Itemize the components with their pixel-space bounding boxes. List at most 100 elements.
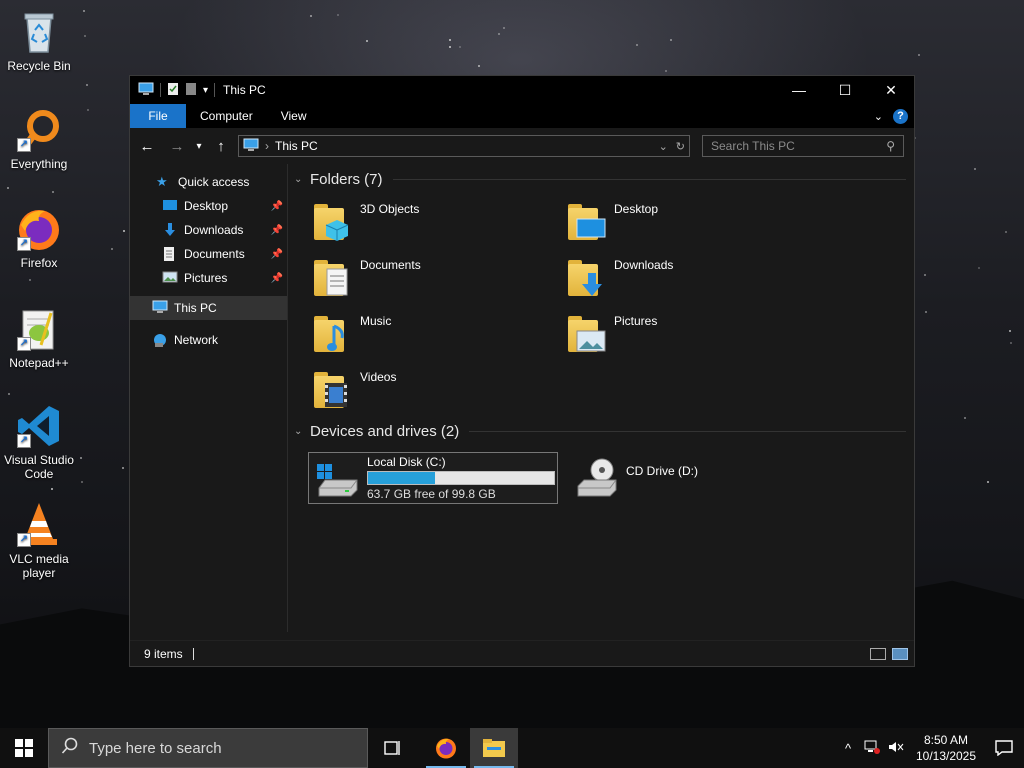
details-view-icon[interactable]	[870, 647, 886, 660]
star	[665, 70, 667, 72]
taskbar-search-input[interactable]: Type here to search	[48, 728, 368, 768]
star	[8, 393, 10, 395]
breadcrumb-this-pc[interactable]: This PC	[275, 139, 318, 153]
drive-usage-bar	[367, 471, 555, 485]
close-button[interactable]: ✕	[868, 76, 914, 104]
this-pc-icon	[152, 300, 168, 316]
firefox-icon: ↗	[15, 205, 63, 253]
star	[84, 35, 86, 37]
window-titlebar[interactable]: ▾ This PC — ☐ ✕	[130, 76, 914, 104]
star	[978, 267, 980, 269]
volume-muted-icon[interactable]	[884, 740, 908, 757]
maximize-button[interactable]: ☐	[822, 76, 868, 104]
sidebar-item-downloads[interactable]: Downloads 📌	[130, 218, 287, 242]
collapse-chevron-icon[interactable]: ⌄	[294, 174, 310, 185]
documents-folder-icon	[312, 256, 352, 298]
folder-documents[interactable]: Documents	[312, 256, 566, 300]
drive-local-disk-c[interactable]: Local Disk (C:) 63.7 GB free of 99.8 GB	[308, 452, 558, 504]
navigation-bar: ← → ▾ ↑ › This PC ⌄ ↻ Search This PC ⚲	[130, 128, 914, 164]
desktop-icon-label: Firefox	[20, 256, 58, 270]
drive-usage-fill	[368, 472, 436, 484]
file-explorer-icon	[483, 739, 505, 757]
sidebar-item-pictures[interactable]: Pictures 📌	[130, 266, 287, 290]
desktop-icon-everything[interactable]: ↗ Everything	[0, 106, 78, 171]
folder-downloads[interactable]: Downloads	[566, 256, 820, 300]
tab-computer[interactable]: Computer	[186, 104, 267, 128]
minimize-button[interactable]: —	[776, 76, 822, 104]
star	[449, 46, 451, 48]
search-input[interactable]: Search This PC ⚲	[702, 135, 904, 157]
show-hidden-icons-chevron-icon[interactable]: ^	[836, 741, 860, 756]
up-arrow-icon[interactable]: ↑	[210, 138, 232, 155]
taskbar-firefox[interactable]	[422, 728, 470, 768]
desktop-icon-label: Visual Studio Code	[4, 453, 74, 481]
desktop-icon-recycle-bin[interactable]: Recycle Bin	[0, 8, 78, 73]
folder-desktop[interactable]: Desktop	[566, 200, 820, 244]
clock[interactable]: 8:50 AM 10/13/2025	[908, 732, 984, 764]
taskbar-file-explorer[interactable]	[470, 728, 518, 768]
action-center-button[interactable]	[984, 740, 1024, 756]
status-bar: 9 items	[130, 640, 914, 666]
devices-group-header[interactable]: ⌄ Devices and drives (2)	[294, 416, 906, 446]
expand-ribbon-chevron-icon[interactable]: ⌄	[874, 110, 883, 123]
drive-cd-d[interactable]: CD Drive (D:)	[568, 452, 818, 504]
sidebar-item-this-pc[interactable]: This PC	[130, 296, 287, 320]
windows-logo-icon	[15, 739, 33, 757]
network-status-icon[interactable]	[860, 740, 884, 757]
sidebar-item-quick-access[interactable]: ★ Quick access	[130, 170, 287, 194]
properties-icon[interactable]	[167, 82, 179, 99]
sidebar-item-desktop[interactable]: Desktop 📌	[130, 194, 287, 218]
notification-icon	[995, 740, 1013, 756]
customize-quick-access-icon[interactable]: ▾	[203, 85, 208, 96]
refresh-icon[interactable]: ↻	[676, 140, 685, 153]
folder-videos[interactable]: Videos	[312, 368, 566, 412]
pin-icon: 📌	[270, 272, 283, 284]
task-view-button[interactable]	[368, 728, 416, 768]
star	[310, 15, 312, 17]
desktop-icon-vlc[interactable]: ↗ VLC media player	[0, 501, 78, 580]
back-arrow-icon[interactable]: ←	[136, 138, 158, 155]
tab-view[interactable]: View	[267, 104, 321, 128]
new-folder-icon[interactable]	[185, 82, 197, 99]
desktop-icon-notepad-plus-plus[interactable]: ↗ Notepad++	[0, 305, 78, 370]
system-tray: ^ 8:50 AM 10/13/2025	[836, 728, 1024, 768]
star	[122, 467, 124, 469]
star	[81, 481, 83, 483]
large-icons-view-icon[interactable]	[892, 647, 908, 660]
star	[987, 481, 989, 483]
desktop-icon-firefox[interactable]: ↗ Firefox	[0, 205, 78, 270]
local-disk-icon	[315, 458, 359, 498]
file-explorer-window[interactable]: ▾ This PC — ☐ ✕ File Computer View ⌄ ? ←…	[129, 75, 915, 667]
drive-free-space: 63.7 GB free of 99.8 GB	[367, 487, 496, 501]
tab-file[interactable]: File	[130, 104, 186, 128]
clock-time: 8:50 AM	[923, 733, 969, 747]
forward-arrow-icon[interactable]: →	[166, 138, 188, 155]
everything-search-icon: ↗	[15, 106, 63, 154]
address-bar[interactable]: › This PC ⌄ ↻	[238, 135, 690, 157]
breadcrumb-separator-icon[interactable]: ›	[265, 139, 269, 153]
3d-objects-folder-icon	[312, 200, 352, 242]
folder-3d-objects[interactable]: 3D Objects	[312, 200, 566, 244]
folder-music[interactable]: Music	[312, 312, 566, 356]
desktop-icon-vscode[interactable]: ↗ Visual Studio Code	[0, 402, 78, 481]
network-icon	[152, 332, 168, 348]
address-dropdown-chevron-icon[interactable]: ⌄	[659, 140, 668, 153]
help-icon[interactable]: ?	[893, 108, 908, 124]
videos-folder-icon	[312, 368, 352, 410]
sidebar-item-documents[interactable]: Documents 📌	[130, 242, 287, 266]
firefox-icon	[436, 738, 456, 759]
quick-access-toolbar: ▾	[138, 82, 216, 99]
item-count: 9 items	[144, 646, 183, 661]
start-button[interactable]	[0, 728, 48, 768]
vscode-icon: ↗	[15, 402, 63, 450]
sidebar-item-network[interactable]: Network	[130, 328, 287, 352]
collapse-chevron-icon[interactable]: ⌄	[294, 426, 310, 437]
star	[29, 279, 31, 281]
star	[478, 65, 480, 67]
star	[337, 14, 339, 16]
recent-locations-chevron-icon[interactable]: ▾	[188, 141, 210, 152]
folder-pictures[interactable]: Pictures	[566, 312, 820, 356]
folders-group-header[interactable]: ⌄ Folders (7)	[294, 164, 906, 194]
ribbon-tabs: File Computer View ⌄ ?	[130, 104, 914, 128]
star	[964, 417, 966, 419]
